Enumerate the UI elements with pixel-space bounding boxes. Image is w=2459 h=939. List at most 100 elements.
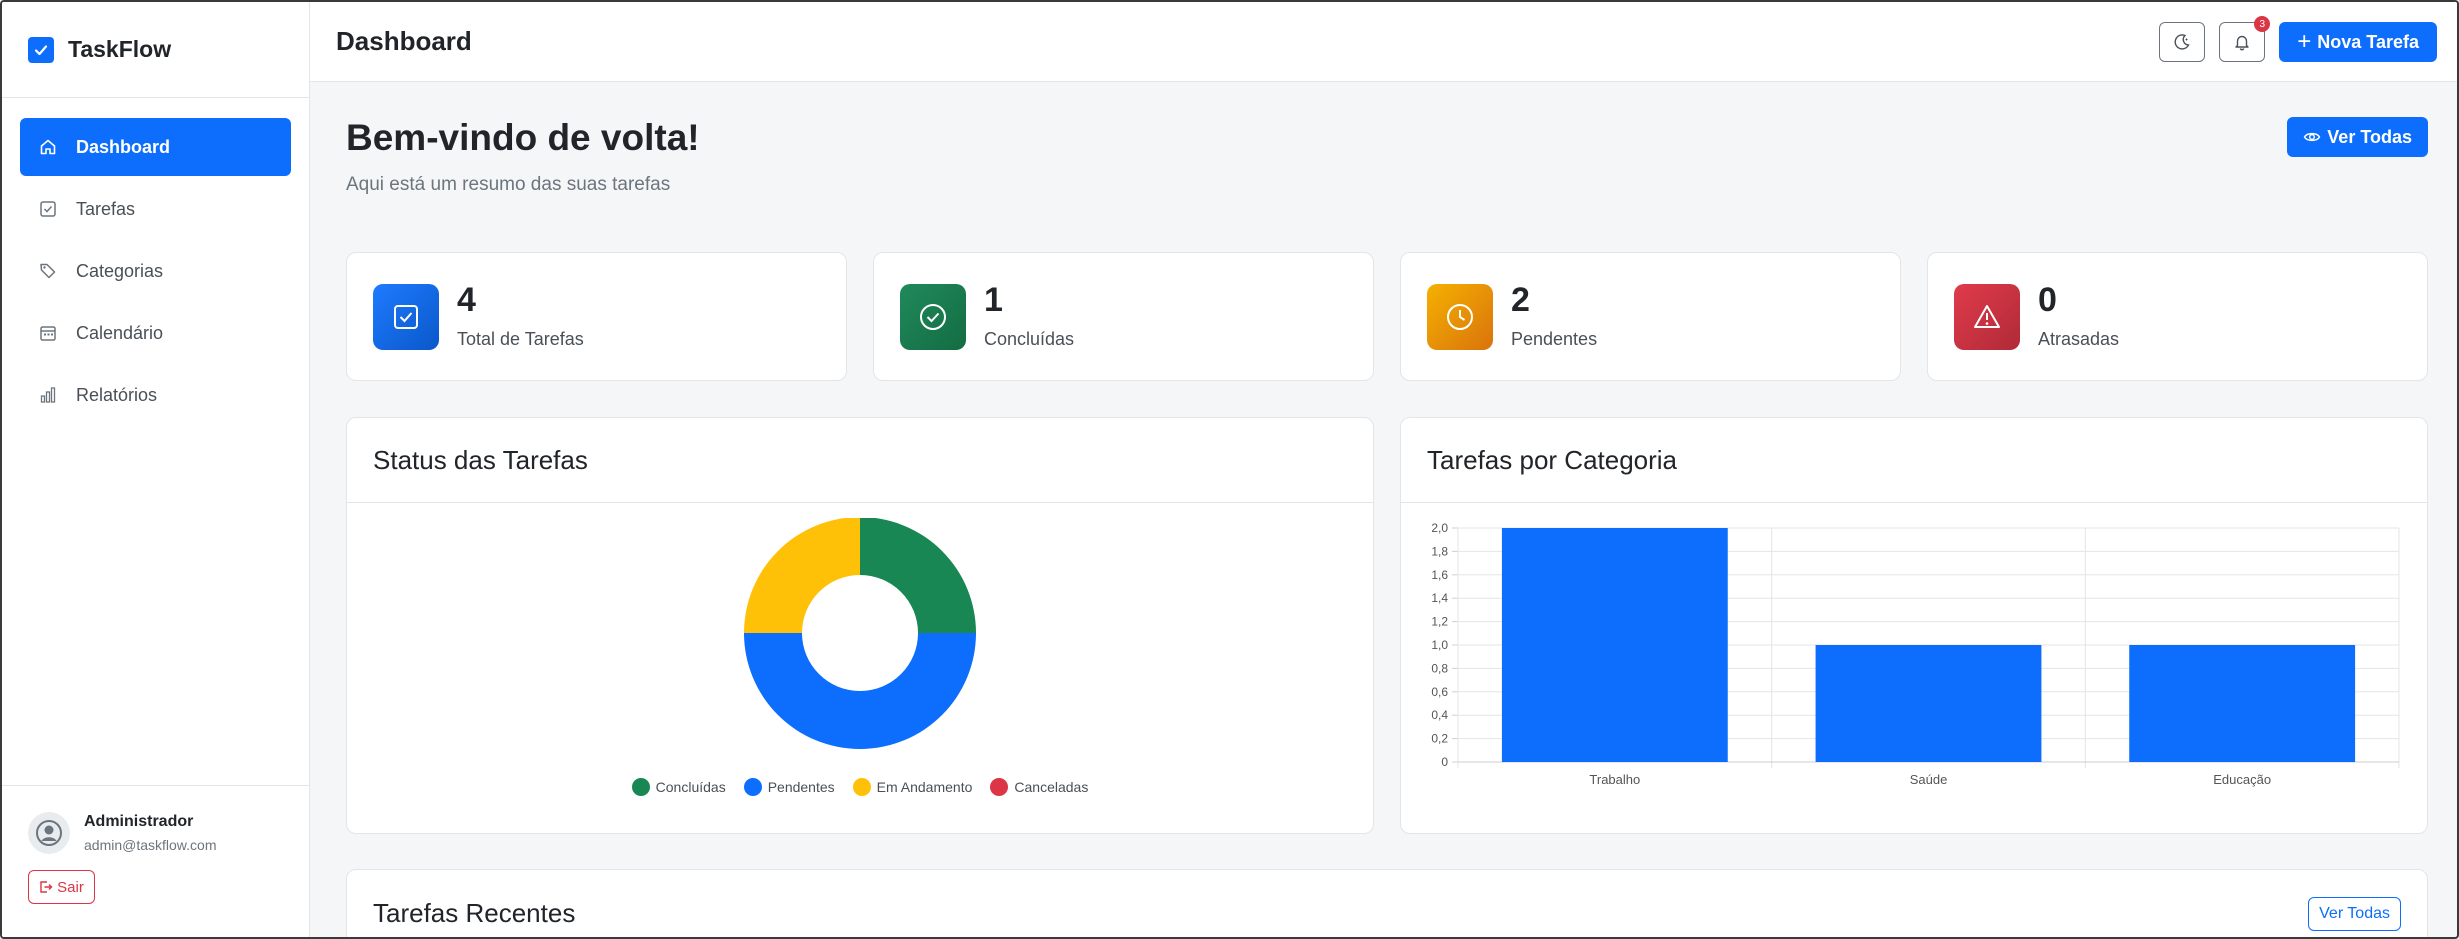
legend-swatch: [743, 778, 762, 796]
y-tick-label: 1,4: [1431, 591, 1448, 605]
eye-icon: [2303, 128, 2327, 146]
clock-icon: [1427, 283, 1493, 350]
avatar[interactable]: [28, 812, 70, 854]
plus-icon: +: [2297, 28, 2312, 55]
sidebar-item-label: Calendário: [76, 322, 164, 343]
checkbox-icon: [373, 283, 439, 350]
y-tick-label: 0,8: [1431, 661, 1448, 675]
sidebar-item-categorias[interactable]: Categorias: [20, 242, 291, 300]
welcome-title: Bem-vindo de volta!: [346, 117, 700, 158]
category-bar-chart: 0 0,2 0,4 0,6 0,8 1,0 1,2 1,4 1,6 1,8 2,0 Trabalho S…: [1431, 521, 2400, 787]
sidebar-item-tarefas[interactable]: Tarefas: [20, 180, 291, 238]
recent-tasks-title: Tarefas Recentes: [373, 898, 576, 928]
legend-label: Pendentes: [767, 779, 835, 795]
legend-swatch: [990, 778, 1009, 796]
y-tick-label: 0,2: [1431, 732, 1448, 746]
sidebar-item-label: Dashboard: [76, 136, 171, 157]
sidebar: TaskFlow Dashboard Tarefas Categorias Ca…: [2, 2, 310, 937]
legend-item[interactable]: Canceladas: [990, 778, 1088, 796]
logo-check-icon: [28, 36, 54, 63]
sidebar-item-label: Relatórios: [76, 384, 158, 405]
status-panel-title: Status das Tarefas: [347, 418, 1373, 503]
topbar-actions: 3 + Nova Tarefa: [2159, 16, 2437, 62]
donut-slice-em-andamento[interactable]: [744, 518, 860, 633]
warning-icon: [1954, 283, 2020, 350]
y-tick-label: 0: [1441, 755, 1448, 769]
category-panel-title: Tarefas por Categoria: [1401, 418, 2427, 503]
calendar-icon: [38, 323, 58, 343]
donut-slice-concluídas[interactable]: [860, 518, 976, 633]
stat-card-pendentes: 2 Pendentes: [1400, 252, 1901, 381]
legend-label: Concluídas: [655, 779, 726, 795]
notifications-button[interactable]: 3: [2219, 16, 2271, 62]
y-tick-label: 2,0: [1431, 521, 1448, 535]
sidebar-item-relatorios[interactable]: Relatórios: [20, 366, 291, 424]
stat-card-total: 4 Total de Tarefas: [346, 252, 847, 381]
view-all-button[interactable]: Ver Todas: [2287, 117, 2428, 157]
new-task-button[interactable]: + Nova Tarefa: [2279, 22, 2437, 62]
stat-label: Atrasadas: [2038, 329, 2120, 349]
x-tick-label: Saúde: [1910, 772, 1948, 787]
logout-button[interactable]: Sair: [28, 870, 95, 904]
recent-tasks-panel: Tarefas Recentes Ver Todas: [346, 869, 2428, 937]
sidebar-item-dashboard[interactable]: Dashboard: [20, 118, 291, 176]
sidebar-item-calendario[interactable]: Calendário: [20, 304, 291, 362]
y-tick-label: 0,4: [1431, 708, 1448, 722]
welcome-subtitle: Aqui está um resumo das suas tarefas: [346, 174, 671, 195]
x-tick-label: Educação: [2213, 772, 2271, 787]
user-name: Administrador: [84, 813, 194, 830]
bar-saúde[interactable]: [1815, 645, 2042, 762]
donut-slice-pendentes[interactable]: [744, 633, 976, 749]
recent-view-all-button[interactable]: Ver Todas: [2308, 897, 2401, 931]
status-panel: Status das Tarefas Concluídas Pendentes …: [346, 417, 1374, 834]
user-email: admin@taskflow.com: [84, 837, 217, 853]
bell-icon: [2233, 33, 2251, 51]
x-tick-label: Trabalho: [1589, 772, 1640, 787]
stat-label: Concluídas: [984, 329, 1075, 349]
check-circle-icon: [900, 283, 966, 350]
donut-legend: Concluídas Pendentes Em Andamento Cancel…: [347, 778, 1373, 796]
tags-icon: [38, 261, 58, 281]
theme-toggle-button[interactable]: [2159, 22, 2206, 62]
legend-item[interactable]: Em Andamento: [852, 778, 973, 796]
legend-swatch: [852, 778, 871, 796]
sidebar-item-label: Categorias: [76, 260, 164, 281]
logout-icon: [39, 880, 53, 894]
notification-badge: 3: [2254, 16, 2271, 32]
topbar: Dashboard 3 + Nova Tarefa: [310, 2, 2457, 82]
category-panel: Tarefas por Categoria 0 0,2 0,4 0,6 0,8 1,0 1,…: [1400, 417, 2428, 834]
sidebar-item-label: Tarefas: [76, 198, 136, 219]
checkbox-icon: [38, 199, 58, 219]
stat-value: 1: [984, 281, 1003, 319]
status-donut-chart: [744, 518, 976, 749]
y-tick-label: 1,6: [1431, 568, 1448, 582]
stat-value: 4: [457, 281, 476, 319]
legend-item[interactable]: Concluídas: [631, 778, 726, 796]
bar-trabalho[interactable]: [1501, 528, 1728, 762]
sidebar-nav: Dashboard Tarefas Categorias Calendário: [2, 98, 309, 424]
moon-icon: [2172, 32, 2192, 52]
stat-label: Pendentes: [1511, 329, 1598, 349]
app-window: TaskFlow Dashboard Tarefas Categorias Ca…: [0, 0, 2459, 939]
brand[interactable]: TaskFlow: [2, 2, 309, 98]
logout-label: Sair: [57, 878, 84, 896]
legend-label: Canceladas: [1014, 779, 1089, 795]
home-icon: [38, 137, 58, 157]
legend-swatch: [631, 778, 650, 796]
y-tick-label: 1,0: [1431, 638, 1448, 652]
y-tick-label: 1,8: [1431, 544, 1448, 558]
stat-card-atrasadas: 0 Atrasadas: [1927, 252, 2428, 381]
legend-label: Em Andamento: [876, 779, 973, 795]
user-panel: Administrador admin@taskflow.com Sair: [2, 785, 309, 937]
bar-educação[interactable]: [2129, 645, 2356, 762]
legend-item[interactable]: Pendentes: [743, 778, 835, 796]
stat-card-concluidas: 1 Concluídas: [873, 252, 1374, 381]
stat-value: 2: [1511, 281, 1530, 319]
stat-label: Total de Tarefas: [457, 329, 584, 349]
stats-row: 4 Total de Tarefas 1 Concluídas 2 Penden…: [346, 252, 2428, 381]
y-tick-label: 1,2: [1431, 615, 1448, 629]
new-task-label: Nova Tarefa: [2317, 31, 2419, 52]
bar-chart-icon: [38, 385, 58, 405]
app-name: TaskFlow: [68, 36, 172, 62]
page-title: Dashboard: [336, 26, 472, 56]
